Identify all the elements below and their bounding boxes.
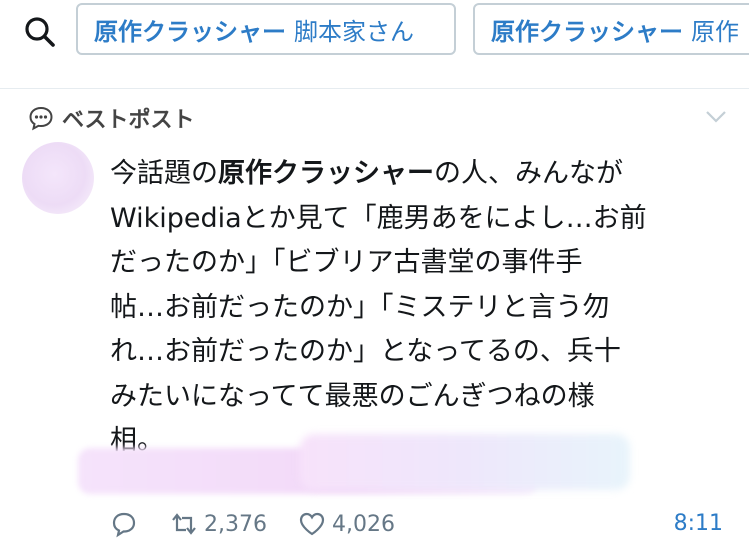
reply-icon: [112, 512, 136, 538]
reply-button[interactable]: [110, 505, 144, 543]
tweet-line: 帖…お前だったのか」「ミステリと言う勿: [110, 291, 610, 323]
highlighted-keyword: 原作クラッシャー: [218, 158, 434, 189]
like-count: 4,026: [332, 511, 395, 537]
retweet-count: 2,376: [204, 511, 267, 537]
tweet-line: 今話題の原作クラッシャーの人、みんなが: [110, 158, 623, 189]
search-suggestion-chip[interactable]: 原作クラッシャー 脚本家さん: [76, 3, 456, 55]
chip-suffix: 脚本家さん: [294, 17, 414, 46]
like-button[interactable]: 4,026: [298, 505, 395, 543]
avatar[interactable]: [22, 142, 94, 214]
chip-suffix: 原作: [691, 17, 739, 46]
tweet-actions: 2,376 4,026 8:11: [0, 505, 749, 543]
tweet-line: れ…お前だったのか」となってるの、兵十: [110, 336, 621, 367]
retweet-button[interactable]: 2,376: [170, 505, 267, 543]
tweet-line: だったのか」「ビブリア古書堂の事件手: [110, 247, 583, 278]
tweet-text: 今話題の原作クラッシャーの人、みんなが Wikipediaとか見て「鹿男あをによ…: [110, 152, 710, 464]
section-header: ベストポスト: [28, 103, 194, 133]
search-icon[interactable]: [22, 14, 58, 50]
speech-bubble-icon: [29, 106, 53, 131]
chip-keyword: 原作クラッシャー: [94, 17, 286, 46]
tweet-line: Wikipediaとか見て「鹿男あをによし…お前: [110, 202, 647, 234]
search-suggestions-bar: 原作クラッシャー 脚本家さん 原作クラッシャー 原作: [0, 0, 749, 89]
tweet-line: みたいになってて最悪のごんぎつねの様: [110, 380, 595, 412]
chevron-down-icon[interactable]: [705, 110, 727, 124]
section-label: ベストポスト: [62, 108, 195, 133]
search-suggestion-chip[interactable]: 原作クラッシャー 原作: [473, 3, 749, 55]
retweet-icon: [172, 513, 196, 535]
heart-icon: [299, 512, 325, 536]
timestamp[interactable]: 8:11: [674, 511, 723, 536]
chip-keyword: 原作クラッシャー: [491, 17, 683, 46]
redacted-area: [300, 434, 630, 490]
